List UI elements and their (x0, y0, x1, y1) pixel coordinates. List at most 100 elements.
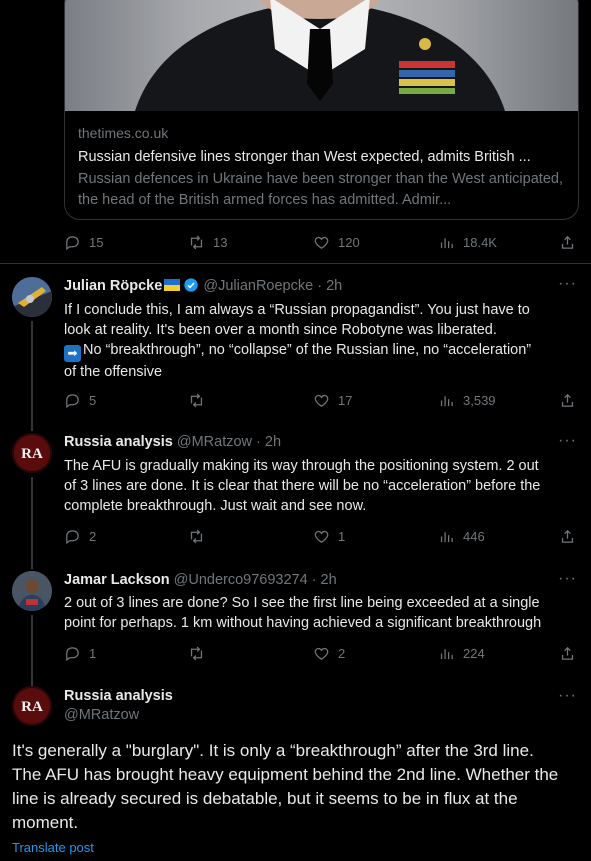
link-preview-card[interactable]: thetimes.co.uk Russian defensive lines s… (64, 0, 579, 220)
post-text-line: line is already secured is debatable, bu… (12, 789, 518, 808)
post-text-line: of 3 lines are done. It is clear that th… (64, 478, 541, 494)
post-text-line: No “breakthrough”, no “collapse” of the … (83, 342, 532, 358)
author-name[interactable]: Russia analysis (64, 434, 173, 450)
views-count: 3,539 (463, 393, 496, 408)
reply-post[interactable]: Julian Röpcke @JulianRoepcke · 2h ··· If… (0, 263, 591, 431)
post-text: The AFU is gradually making its way thro… (64, 456, 579, 516)
card-description: Russian defences in Ukraine have been st… (78, 171, 563, 208)
more-options-button[interactable]: ··· (558, 570, 577, 588)
views-icon (440, 649, 453, 660)
share-button[interactable] (559, 392, 576, 409)
reply-button[interactable]: 2 (64, 528, 96, 545)
views-icon (440, 238, 453, 249)
thread-line (31, 321, 33, 431)
verified-badge-icon (184, 278, 198, 292)
ukraine-flag-icon (164, 279, 181, 291)
share-button[interactable] (559, 645, 576, 662)
like-count: 17 (338, 393, 353, 408)
post-time[interactable]: · 2h (317, 278, 342, 294)
post-text-line: It's generally a "burglary". It is only … (12, 741, 534, 760)
views-icon (440, 532, 453, 543)
views-button[interactable]: 446 (438, 528, 485, 545)
reply-count: 15 (89, 235, 104, 250)
share-icon (561, 235, 574, 249)
author-handle[interactable]: @MRatzow (177, 434, 252, 450)
like-button[interactable]: 17 (313, 392, 352, 409)
repost-button[interactable]: 13 (188, 234, 227, 251)
repost-icon (190, 235, 203, 250)
right-arrow-emoji-icon: ➡ (64, 345, 81, 362)
views-count: 18.4K (463, 235, 497, 250)
card-title: Russian defensive lines stronger than We… (78, 149, 531, 165)
post-text: 2 out of 3 lines are done? So I see the … (64, 593, 579, 633)
more-options-button[interactable]: ··· (558, 687, 577, 705)
repost-icon (190, 646, 203, 661)
author-name[interactable]: Russia analysis (64, 688, 173, 704)
views-icon (440, 396, 453, 407)
like-count: 2 (338, 646, 346, 661)
heart-icon (314, 394, 329, 407)
avatar-image: RA (12, 686, 52, 726)
views-count: 446 (463, 529, 485, 544)
focused-post: RA Russia analysis @MRatzow ··· It's gen… (0, 677, 591, 861)
reply-count: 5 (89, 393, 97, 408)
repost-button[interactable] (188, 528, 205, 545)
post-text-line: The AFU is gradually making its way thro… (64, 458, 539, 474)
views-button[interactable]: 18.4K (438, 234, 497, 251)
thread-line (31, 477, 33, 569)
heart-icon (314, 647, 329, 660)
card-domain: thetimes.co.uk (78, 125, 169, 141)
more-options-button[interactable]: ··· (558, 275, 577, 293)
reply-button[interactable]: 15 (64, 234, 103, 251)
like-button[interactable]: 120 (313, 234, 360, 251)
post-text-line: complete breakthrough. Just wait and see… (64, 498, 367, 514)
avatar-image: RA (12, 433, 52, 473)
author-handle[interactable]: @MRatzow (64, 707, 173, 723)
translate-post-link[interactable]: Translate post (12, 840, 94, 855)
post-text-line: moment. (12, 813, 79, 832)
like-button[interactable]: 2 (313, 645, 345, 662)
avatar-image (12, 277, 52, 317)
share-icon (561, 646, 574, 660)
more-options-button[interactable]: ··· (558, 432, 577, 450)
repost-count: 13 (213, 235, 228, 250)
avatar-initials: RA (21, 446, 43, 462)
avatar[interactable]: RA (12, 433, 52, 473)
reply-post[interactable]: RA Russia analysis @MRatzow · 2h ··· The… (0, 421, 591, 569)
heart-icon (314, 236, 329, 249)
author-name[interactable]: Julian Röpcke (64, 278, 162, 294)
share-button[interactable] (559, 234, 576, 251)
author-name[interactable]: Jamar Lackson (64, 572, 170, 588)
avatar[interactable] (12, 277, 52, 317)
share-button[interactable] (559, 528, 576, 545)
heart-icon (314, 530, 329, 543)
repost-button[interactable] (188, 392, 205, 409)
post-text: If I conclude this, I am always a “Russi… (64, 300, 579, 382)
avatar[interactable]: RA (12, 686, 52, 726)
post-time[interactable]: · 2h (312, 572, 337, 588)
reply-button[interactable]: 1 (64, 645, 96, 662)
post-actions: 1 2 224 (64, 645, 578, 665)
top-post-actions: 15 13 120 18.4K (64, 234, 578, 254)
post-time[interactable]: · 2h (256, 434, 281, 450)
like-button[interactable]: 1 (313, 528, 345, 545)
post-text-line: of the offensive (64, 364, 163, 380)
share-icon (561, 529, 574, 543)
article-photo (65, 0, 578, 111)
views-button[interactable]: 224 (438, 645, 485, 662)
avatar[interactable] (12, 571, 52, 611)
post-text-line: 2 out of 3 lines are done? So I see the … (64, 595, 540, 611)
reply-post[interactable]: Jamar Lackson @Underco97693274 · 2h ··· … (0, 559, 591, 687)
views-button[interactable]: 3,539 (438, 392, 496, 409)
reply-button[interactable]: 5 (64, 392, 96, 409)
reply-icon (66, 394, 79, 409)
repost-button[interactable] (188, 645, 205, 662)
post-actions: 2 1 446 (64, 528, 578, 548)
post-text-line: The AFU has brought heavy equipment behi… (12, 765, 559, 784)
author-handle[interactable]: @JulianRoepcke (203, 278, 313, 294)
author-handle[interactable]: @Underco97693274 (174, 572, 308, 588)
post-text-line: If I conclude this, I am always a “Russi… (64, 302, 530, 318)
post-text: It's generally a "burglary". It is only … (12, 739, 577, 835)
reply-count: 1 (89, 646, 97, 661)
share-icon (561, 393, 574, 407)
